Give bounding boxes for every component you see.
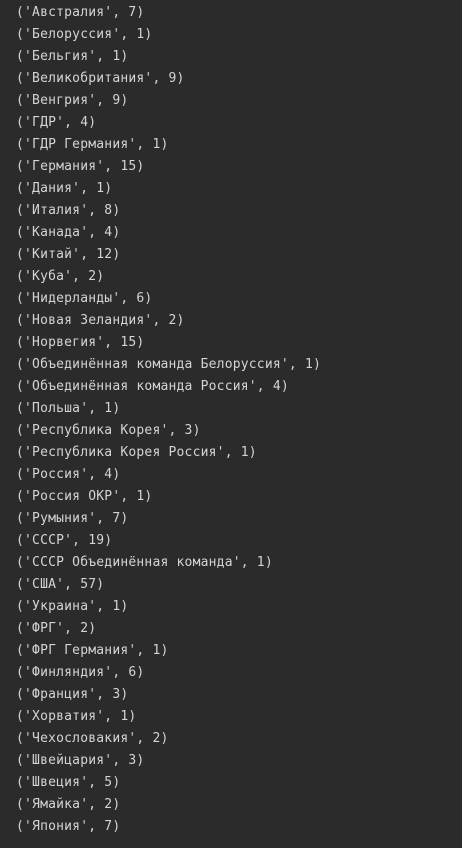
output-line: ('Румыния', 7) bbox=[16, 511, 129, 526]
output-line: ('Белоруссия', 1) bbox=[16, 27, 153, 42]
output-line: ('Австралия', 7) bbox=[16, 5, 145, 20]
output-line: ('Япония', 7) bbox=[16, 819, 121, 834]
output-line: ('Ямайка', 2) bbox=[16, 797, 121, 812]
output-line: ('Куба', 2) bbox=[16, 269, 105, 284]
output-line: ('Россия', 4) bbox=[16, 467, 121, 482]
output-line: ('Франция', 3) bbox=[16, 687, 129, 702]
output-line: ('Республика Корея Россия', 1) bbox=[16, 445, 257, 460]
output-line: ('ГДР', 4) bbox=[16, 115, 97, 130]
output-line: ('Швейцария', 3) bbox=[16, 753, 145, 768]
output-line: ('Новая Зеландия', 2) bbox=[16, 313, 185, 328]
output-line: ('Республика Корея', 3) bbox=[16, 423, 201, 438]
output-line: ('Италия', 8) bbox=[16, 203, 121, 218]
output-line: ('Украина', 1) bbox=[16, 599, 129, 614]
output-line: ('Дания', 1) bbox=[16, 181, 113, 196]
output-line: ('Россия ОКР', 1) bbox=[16, 489, 153, 504]
console-output: ('Австралия', 7) ('Белоруссия', 1) ('Бел… bbox=[0, 0, 462, 848]
output-line: ('Великобритания', 9) bbox=[16, 71, 185, 86]
output-line: ('Объединённая команда Россия', 4) bbox=[16, 379, 289, 394]
output-line: ('Норвегия', 15) bbox=[16, 335, 145, 350]
output-line: ('Венгрия', 9) bbox=[16, 93, 129, 108]
output-line: ('Объединённая команда Белоруссия', 1) bbox=[16, 357, 322, 372]
output-line: ('Нидерланды', 6) bbox=[16, 291, 153, 306]
output-line: ('Германия', 15) bbox=[16, 159, 145, 174]
output-line: ('ФРГ Германия', 1) bbox=[16, 643, 169, 658]
output-line: ('Хорватия', 1) bbox=[16, 709, 137, 724]
output-line: ('Канада', 4) bbox=[16, 225, 121, 240]
output-line: ('Бельгия', 1) bbox=[16, 49, 129, 64]
output-line: ('Китай', 12) bbox=[16, 247, 121, 262]
output-line: ('ФРГ', 2) bbox=[16, 621, 97, 636]
output-line: ('ГДР Германия', 1) bbox=[16, 137, 169, 152]
output-line: ('США', 57) bbox=[16, 577, 105, 592]
output-line: ('СССР', 19) bbox=[16, 533, 113, 548]
output-line: ('СССР Объединённая команда', 1) bbox=[16, 555, 273, 570]
output-line: ('Швеция', 5) bbox=[16, 775, 121, 790]
output-line: ('Финляндия', 6) bbox=[16, 665, 145, 680]
output-line: ('Польша', 1) bbox=[16, 401, 121, 416]
output-line: ('Чехословакия', 2) bbox=[16, 731, 169, 746]
